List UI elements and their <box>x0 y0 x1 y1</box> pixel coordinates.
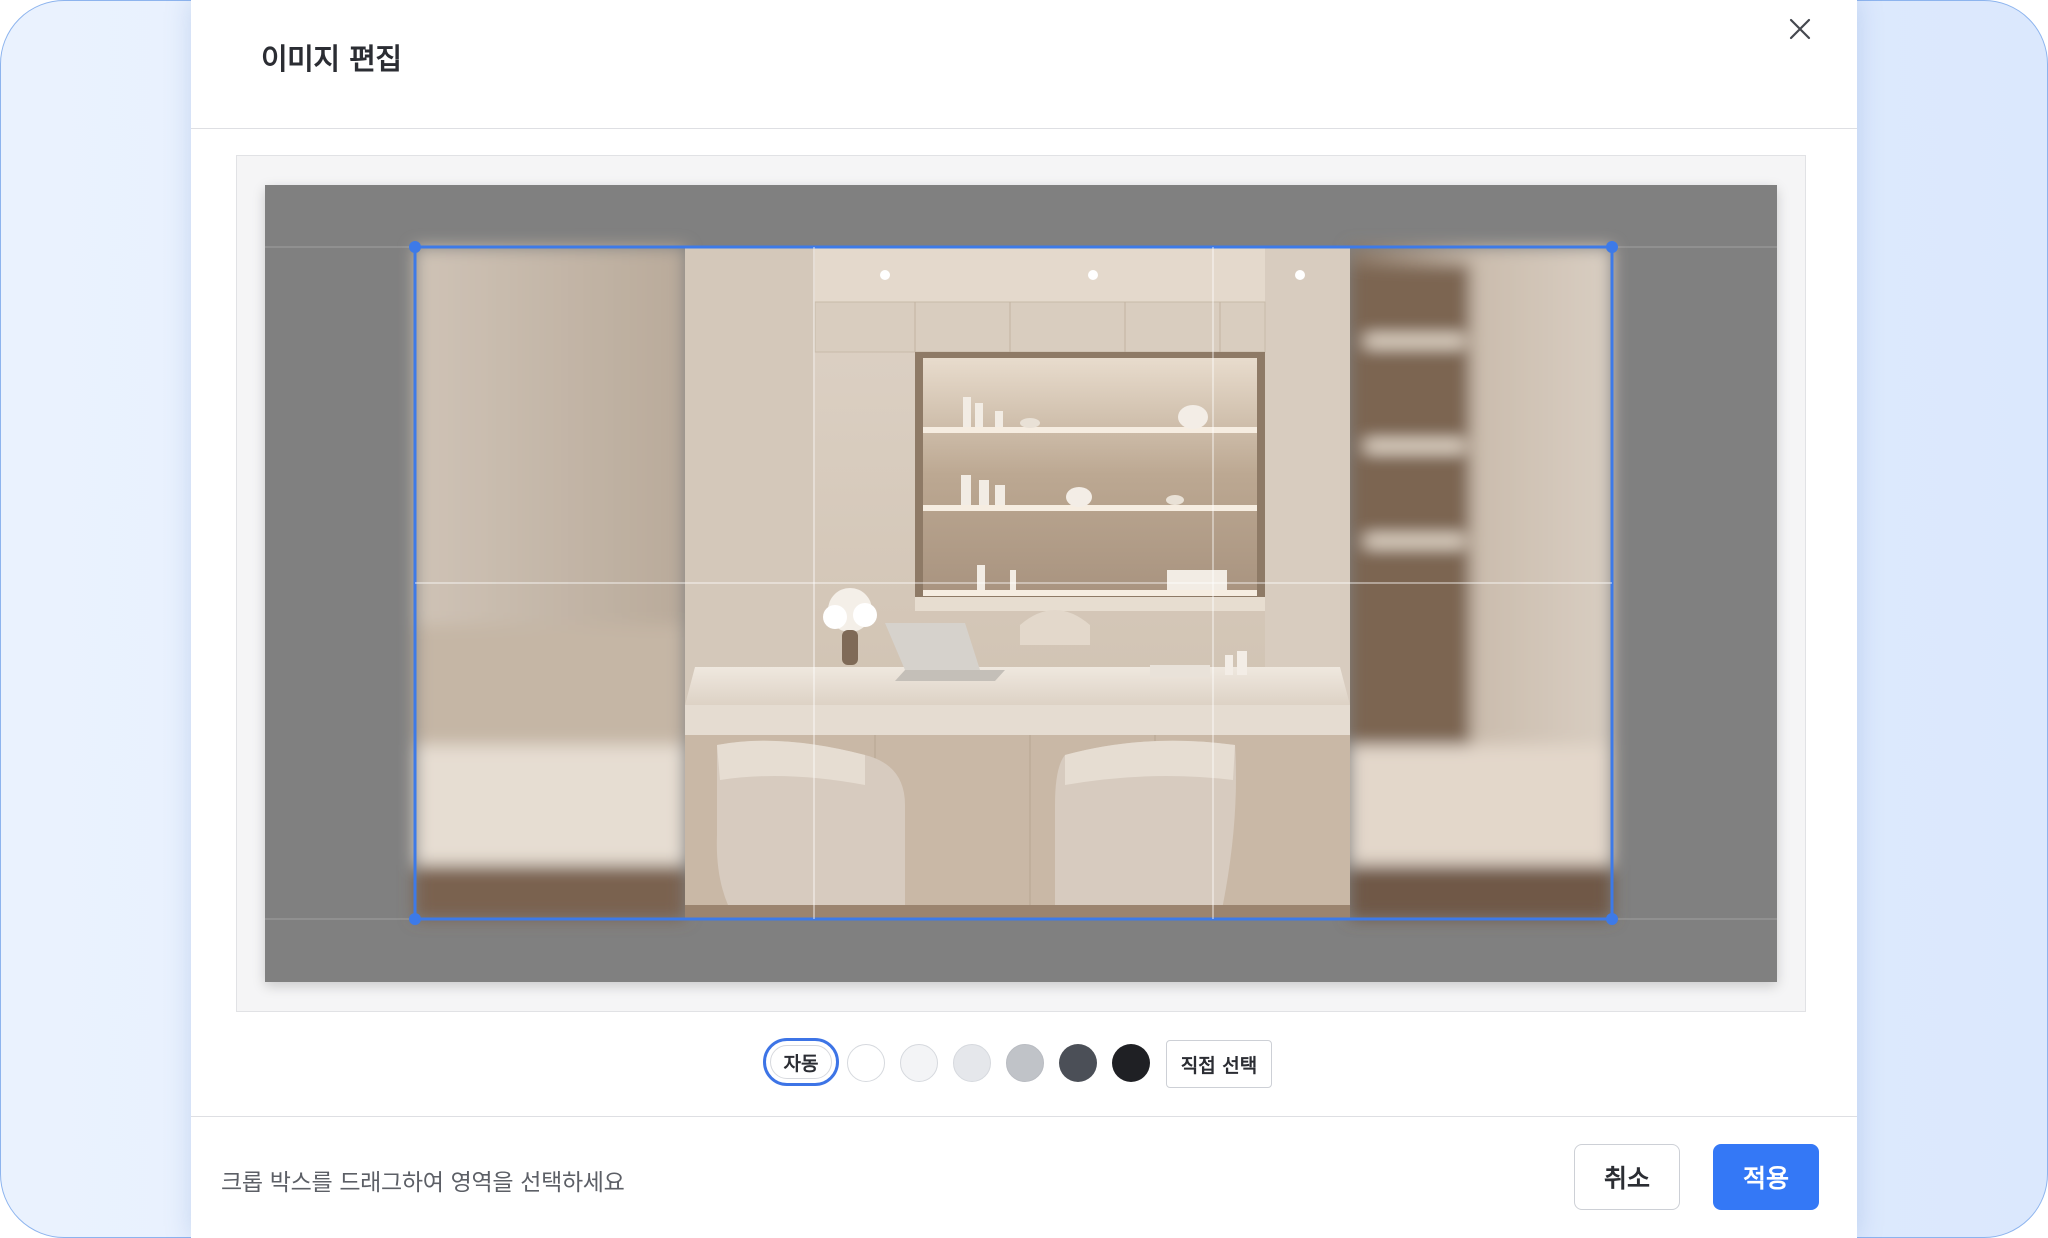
cancel-button[interactable]: 취소 <box>1574 1144 1680 1210</box>
modal-header: 이미지 편집 <box>191 0 1857 129</box>
swatch-off-white[interactable] <box>900 1044 938 1082</box>
crop-handle-bottom-right <box>1606 913 1618 925</box>
crop-handle-top-left <box>409 241 421 253</box>
crop-hint-text: 크롭 박스를 드래그하여 영역을 선택하세요 <box>221 1170 625 1196</box>
modal-footer: 크롭 박스를 드래그하여 영역을 선택하세요 취소 적용 <box>191 1116 1857 1238</box>
swatch-black[interactable] <box>1112 1044 1150 1082</box>
apply-button[interactable]: 적용 <box>1713 1144 1819 1210</box>
crop-stage[interactable] <box>265 185 1777 982</box>
crop-handle-top-right <box>1606 241 1618 253</box>
close-icon <box>1789 18 1811 40</box>
modal-title: 이미지 편집 <box>261 42 402 76</box>
crop-editor-canvas <box>265 241 1777 925</box>
close-button[interactable] <box>1785 14 1815 44</box>
crop-handle-bottom-left <box>409 913 421 925</box>
auto-background-button[interactable]: 자동 <box>763 1038 839 1086</box>
swatch-dark-gray[interactable] <box>1059 1044 1097 1082</box>
swatch-gray[interactable] <box>1006 1044 1044 1082</box>
background-color-options: 자동 직접 선택 <box>191 1038 1857 1090</box>
swatch-light-gray[interactable] <box>953 1044 991 1082</box>
swatch-white[interactable] <box>847 1044 885 1082</box>
custom-color-button[interactable]: 직접 선택 <box>1166 1040 1272 1088</box>
